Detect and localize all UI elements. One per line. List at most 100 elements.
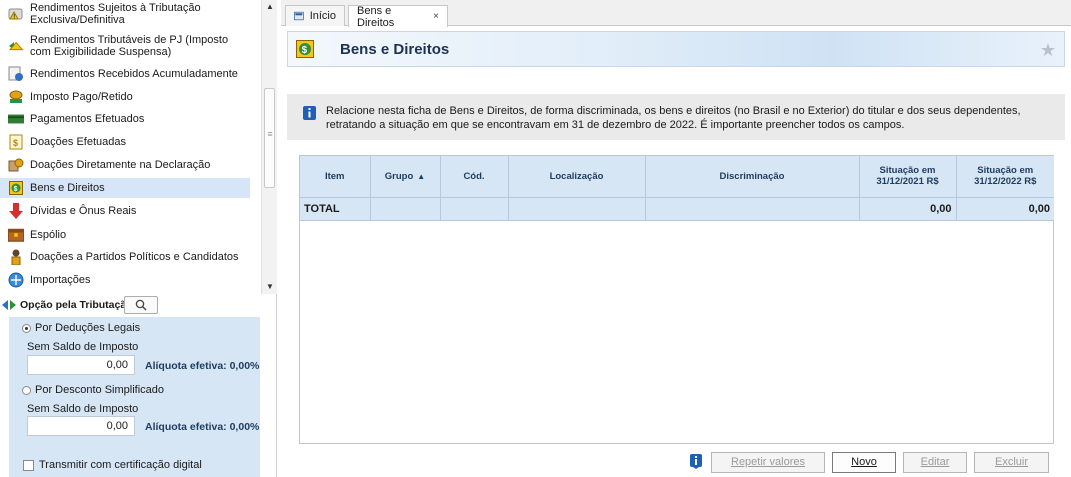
excluir-button[interactable]: Excluir xyxy=(974,452,1049,473)
left-panel: ! Rendimentos Sujeitos à Tributação Excl… xyxy=(0,0,277,477)
star-icon[interactable]: ★ xyxy=(1040,40,1056,61)
total-row: TOTAL 0,00 0,00 xyxy=(300,197,1054,221)
svg-text:$: $ xyxy=(302,45,308,56)
nav-item-label: Doações Diretamente na Declaração xyxy=(30,159,211,171)
novo-button[interactable]: Novo xyxy=(832,452,896,473)
svg-text:!: ! xyxy=(13,14,15,20)
political-donations-icon xyxy=(8,249,24,265)
arrows-icon xyxy=(2,298,16,312)
total-label: TOTAL xyxy=(300,197,371,221)
nav-item-doacoes-diretas[interactable]: Doações Diretamente na Declaração xyxy=(0,155,250,175)
warning-coins-icon: ! xyxy=(8,6,24,22)
radio-label: Por Deduções Legais xyxy=(35,322,141,334)
tab-bens-direitos[interactable]: Bens e Direitos × xyxy=(348,4,448,29)
nav-item-label: Importações xyxy=(30,274,91,286)
search-icon xyxy=(135,299,147,311)
navigation-tree: ! Rendimentos Sujeitos à Tributação Excl… xyxy=(0,0,261,294)
simplificado-aliquota: Alíquota efetiva: 0,00% xyxy=(145,421,260,433)
tab-label: Bens e Direitos xyxy=(357,4,395,29)
debts-icon xyxy=(8,203,24,219)
col-localizacao[interactable]: Localização xyxy=(508,156,646,198)
info-icon[interactable] xyxy=(690,454,702,469)
nav-item-label: Espólio xyxy=(30,229,67,241)
simplificado-value-field: 0,00 xyxy=(27,416,135,436)
nav-scrollbar[interactable]: ▲ ≡ ▼ xyxy=(261,0,277,294)
nav-item-label: Dívidas e Ônus Reais xyxy=(30,205,137,217)
sort-ascending-icon: ▲ xyxy=(417,171,426,181)
tax-paid-icon xyxy=(8,89,24,105)
action-toolbar: Repetir valores Novo Editar Excluir xyxy=(281,447,1071,477)
nav-item-doacoes-partidos[interactable]: Doações a Partidos Políticos e Candidato… xyxy=(0,247,250,267)
radio-button[interactable] xyxy=(22,323,31,333)
nav-item-imposto-pago[interactable]: Imposto Pago/Retido xyxy=(0,87,250,107)
simplificado-saldo-label: Sem Saldo de Imposto xyxy=(27,403,139,415)
col-discriminacao[interactable]: Discriminação xyxy=(645,156,860,198)
radio-button[interactable] xyxy=(22,385,31,395)
nav-item-label: Rendimentos Sujeitos à Tributação Exclus… xyxy=(30,2,201,26)
scroll-down-icon[interactable]: ▼ xyxy=(262,280,278,294)
total-cell-empty xyxy=(370,197,441,221)
svg-text:$: $ xyxy=(13,138,18,148)
estate-icon xyxy=(8,227,24,243)
donations-icon: $ xyxy=(8,134,24,150)
accumulated-income-icon xyxy=(8,66,24,82)
opcao-tributacao-panel: Por Deduções Legais Sem Saldo de Imposto… xyxy=(9,317,260,477)
total-cell-empty xyxy=(645,197,860,221)
table-header-row: Item Grupo ▲ Cód. Localização Discriminaç… xyxy=(300,156,1054,198)
page-title: Bens e Direitos xyxy=(340,40,450,58)
radio-label: Por Desconto Simplificado xyxy=(35,384,165,396)
col-cod[interactable]: Cód. xyxy=(440,156,509,198)
nav-item-rendimentos-suspensa[interactable]: Rendimentos Tributáveis de PJ (Imposto c… xyxy=(0,32,250,60)
main-content: Início Bens e Direitos × $ Bens e Direit… xyxy=(281,0,1071,477)
nav-item-doacoes[interactable]: $ Doações Efetuadas xyxy=(0,132,250,152)
assets-icon: $ xyxy=(8,180,24,196)
deducoes-value-field: 0,00 xyxy=(27,355,135,375)
scroll-up-icon[interactable]: ▲ xyxy=(262,0,278,14)
tab-inicio[interactable]: Início xyxy=(285,5,345,26)
col-item[interactable]: Item xyxy=(300,156,371,198)
certificacao-checkbox-row[interactable]: Transmitir com certificação digital xyxy=(23,459,202,471)
info-text: Relacione nesta ficha de Bens e Direitos… xyxy=(326,105,1021,131)
close-icon[interactable]: × xyxy=(433,11,439,22)
total-2021: 0,00 xyxy=(859,197,957,221)
assets-icon: $ xyxy=(296,40,314,58)
col-situacao-2022[interactable]: Situação em 31/12/2022 R$ xyxy=(956,156,1054,198)
deducoes-saldo-label: Sem Saldo de Imposto xyxy=(27,341,139,353)
editar-button[interactable]: Editar xyxy=(903,452,967,473)
nav-item-rendimentos-acumulados[interactable]: Rendimentos Recebidos Acumuladamente xyxy=(0,64,250,84)
suspended-income-icon xyxy=(8,38,24,54)
radio-deducoes-legais[interactable]: Por Deduções Legais xyxy=(22,322,140,334)
info-box: Relacione nesta ficha de Bens e Direitos… xyxy=(287,94,1065,140)
page-header: $ Bens e Direitos ★ xyxy=(287,31,1065,67)
total-cell-empty xyxy=(508,197,646,221)
nav-item-label: Rendimentos Recebidos Acumuladamente xyxy=(30,68,238,80)
info-icon xyxy=(303,106,316,120)
nav-item-pagamentos[interactable]: Pagamentos Efetuados xyxy=(0,109,250,129)
scroll-grip-icon: ≡ xyxy=(267,129,273,139)
nav-item-rendimentos-exclusiva[interactable]: ! Rendimentos Sujeitos à Tributação Excl… xyxy=(0,0,250,28)
repetir-valores-button[interactable]: Repetir valores xyxy=(711,452,825,473)
col-situacao-2021[interactable]: Situação em 31/12/2021 R$ xyxy=(859,156,957,198)
opcao-tributacao-title: Opção pela Tributação: xyxy=(20,299,137,311)
nav-item-importacoes[interactable]: Importações xyxy=(0,270,250,290)
nav-item-bens-direitos[interactable]: $ Bens e Direitos xyxy=(0,178,250,198)
nav-item-label: Doações Efetuadas xyxy=(30,136,127,148)
total-cell-empty xyxy=(440,197,509,221)
col-grupo[interactable]: Grupo ▲ xyxy=(370,156,441,198)
svg-text:$: $ xyxy=(14,186,18,193)
nav-item-label: Imposto Pago/Retido xyxy=(30,91,133,103)
nav-item-label: Pagamentos Efetuados xyxy=(30,113,145,125)
home-screen-icon xyxy=(294,11,304,21)
total-2022: 0,00 xyxy=(956,197,1054,221)
nav-item-espolio[interactable]: Espólio xyxy=(0,225,250,245)
certificacao-checkbox[interactable] xyxy=(23,459,34,471)
nav-item-label: Doações a Partidos Políticos e Candidato… xyxy=(30,251,239,263)
nav-item-label: Bens e Direitos xyxy=(30,182,105,194)
nav-item-dividas[interactable]: Dívidas e Ônus Reais xyxy=(0,201,250,221)
bens-direitos-table: Item Grupo ▲ Cód. Localização Discriminaç… xyxy=(299,155,1054,444)
radio-desconto-simplificado[interactable]: Por Desconto Simplificado xyxy=(22,384,164,396)
nav-item-label: Rendimentos Tributáveis de PJ (Imposto c… xyxy=(30,34,229,58)
imports-icon xyxy=(8,272,24,288)
opcao-search-button[interactable] xyxy=(124,296,158,314)
deducoes-aliquota: Alíquota efetiva: 0,00% xyxy=(145,360,260,372)
